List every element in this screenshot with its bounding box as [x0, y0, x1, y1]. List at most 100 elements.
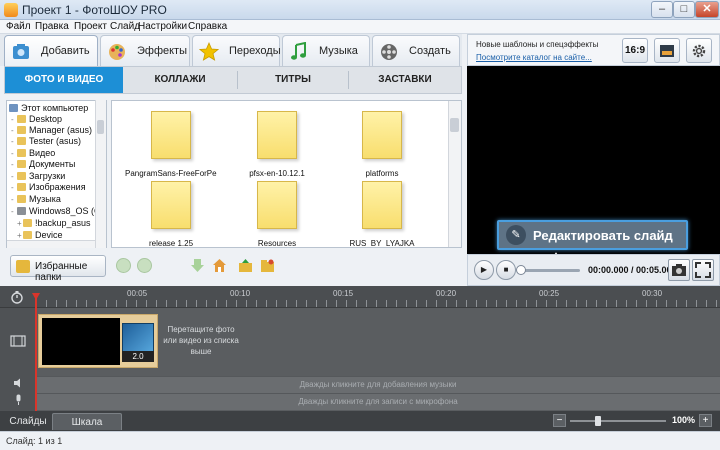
folder-icon [17, 137, 26, 145]
aspect-ratio-button[interactable]: 16:9 [622, 38, 648, 63]
file-name: PangramSans-FreeForPers... [125, 169, 217, 178]
settings-button[interactable] [686, 38, 712, 63]
subtab-intros[interactable]: ЗАСТАВКИ [349, 67, 461, 93]
tree-item[interactable]: - Загрузки [11, 171, 65, 182]
menu-edit[interactable]: Правка [35, 20, 69, 34]
add-down-arrow-icon[interactable] [190, 258, 205, 273]
tree-item[interactable]: - Документы [11, 159, 75, 170]
tree-item[interactable]: - Tester (asus) [11, 136, 81, 147]
favorite-folders-button[interactable]: Избранные папки [10, 255, 106, 283]
ruler-label: 00:05 [127, 289, 148, 298]
ruler-label: 00:10 [230, 289, 251, 298]
file-item[interactable]: PangramSans-FreeForPers... [125, 111, 217, 185]
zoom-level: 100% [672, 415, 696, 425]
tab-create[interactable]: Создать [372, 35, 460, 66]
tree-horizontal-scrollbar[interactable] [7, 240, 95, 248]
folder-tree[interactable]: Этот компьютер - Desktop - Manager (asus) … [6, 100, 107, 248]
new-folder-icon[interactable] [260, 258, 275, 273]
slide-clip[interactable]: 2.0 [38, 314, 158, 368]
folder-icon [17, 172, 26, 180]
maximize-button[interactable]: □ [673, 1, 695, 18]
tab-timeline[interactable]: Шкала времени [52, 413, 122, 445]
folder-icon [23, 231, 32, 239]
folder-icon [23, 219, 32, 227]
folder-icon [362, 181, 402, 229]
zoom-knob[interactable] [595, 416, 601, 426]
subtab-titles[interactable]: ТИТРЫ [238, 67, 348, 93]
menu-project[interactable]: Проект [74, 20, 107, 34]
tree-scroll-thumb[interactable] [97, 120, 104, 134]
home-icon[interactable] [212, 258, 227, 273]
zoom-in-button[interactable]: + [699, 414, 712, 427]
subtab-photo-video[interactable]: ФОТО И ВИДЕО [5, 67, 123, 93]
edit-slide-label: Редактировать слайд [533, 228, 673, 243]
files-scroll-thumb[interactable] [450, 118, 459, 132]
file-item[interactable]: Resources [231, 181, 323, 247]
folder-icon [151, 181, 191, 229]
menu-settings[interactable]: Настройки [138, 20, 187, 34]
minimize-button[interactable]: – [651, 1, 673, 18]
tree-item[interactable]: - Desktop [11, 114, 62, 125]
menu-help[interactable]: Справка [188, 20, 227, 34]
status-bar: Слайд: 1 из 1 [0, 431, 720, 450]
folder-icon [17, 183, 26, 191]
zoom-out-button[interactable]: − [553, 414, 566, 427]
drive-icon [17, 207, 26, 215]
folder-icon [257, 111, 297, 159]
ruler-label: 00:25 [539, 289, 560, 298]
catalog-link[interactable]: Посмотрите каталог на сайте... [476, 53, 592, 62]
menu-slide[interactable]: Слайд [110, 20, 140, 34]
tree-item[interactable]: - Изображения [11, 182, 86, 193]
file-name: pfsx-en-10.12.1 [249, 169, 305, 178]
back-icon[interactable] [116, 258, 131, 273]
folder-icon [17, 160, 26, 168]
tab-slides[interactable]: Слайды [6, 413, 50, 430]
edit-slide-button[interactable]: ✎ Редактировать слайд [497, 220, 688, 250]
file-item[interactable]: release 1.25 [125, 181, 217, 247]
app-icon [4, 3, 18, 17]
file-item[interactable]: platforms [336, 111, 428, 185]
image-settings-button[interactable] [654, 38, 680, 63]
folder-icon [16, 260, 30, 273]
title-bar: Проект 1 - ФотоШОУ PRO – □ ✕ [0, 0, 720, 20]
player-controls: ▶ ■ 00:00.000 / 00:05.000 [467, 254, 720, 286]
file-item[interactable]: RUS_BY_LYAJKA [336, 181, 428, 247]
music-track-hint: Дважды кликните для добавления музыки [299, 380, 457, 389]
snapshot-button[interactable] [668, 259, 690, 281]
fullscreen-button[interactable] [692, 259, 714, 281]
content-tabs: ФОТО И ВИДЕО КОЛЛАЖИ ТИТРЫ ЗАСТАВКИ [4, 66, 462, 94]
music-track[interactable]: Дважды кликните для добавления музыки [36, 376, 720, 393]
tab-transitions-label: Переходы [229, 45, 281, 57]
tab-transitions[interactable]: Переходы [192, 35, 281, 66]
ruler-ticks [36, 300, 720, 307]
tree-item[interactable]: - Windows8_OS (C [11, 206, 101, 217]
stop-button[interactable]: ■ [496, 260, 516, 280]
forward-icon[interactable] [137, 258, 152, 273]
ruler-label: 00:30 [642, 289, 663, 298]
tree-item[interactable]: - Музыка [11, 194, 61, 205]
subtab-collages[interactable]: КОЛЛАЖИ [123, 67, 237, 93]
progress-knob[interactable] [516, 265, 526, 275]
menu-file[interactable]: Файл [6, 20, 31, 34]
picture-icon [660, 45, 674, 57]
folder-icon [362, 111, 402, 159]
tree-item-this-pc[interactable]: Этот компьютер [9, 103, 88, 114]
play-button[interactable]: ▶ [474, 260, 494, 280]
tree-item[interactable]: - Видео [11, 148, 55, 159]
playhead[interactable] [35, 294, 37, 411]
zoom-slider[interactable] [570, 420, 666, 422]
tab-add[interactable]: Добавить [4, 35, 98, 66]
close-button[interactable]: ✕ [695, 1, 719, 18]
file-item[interactable]: pfsx-en-10.12.1 [231, 111, 323, 185]
tree-item[interactable]: + !backup_asus [17, 218, 91, 229]
file-grid: PangramSans-FreeForPers... pfsx-en-10.12… [111, 100, 462, 248]
voice-track[interactable]: Дважды кликните для записи с микрофона [36, 393, 720, 410]
folder-icon [17, 149, 26, 157]
folder-icon [151, 111, 191, 159]
file-name: platforms [365, 169, 399, 178]
tab-music[interactable]: Музыка [282, 35, 370, 66]
tree-item[interactable]: - Manager (asus) [11, 125, 92, 136]
folder-up-icon[interactable] [238, 258, 253, 273]
progress-track[interactable] [520, 269, 580, 272]
tab-effects[interactable]: Эффекты [100, 35, 190, 66]
